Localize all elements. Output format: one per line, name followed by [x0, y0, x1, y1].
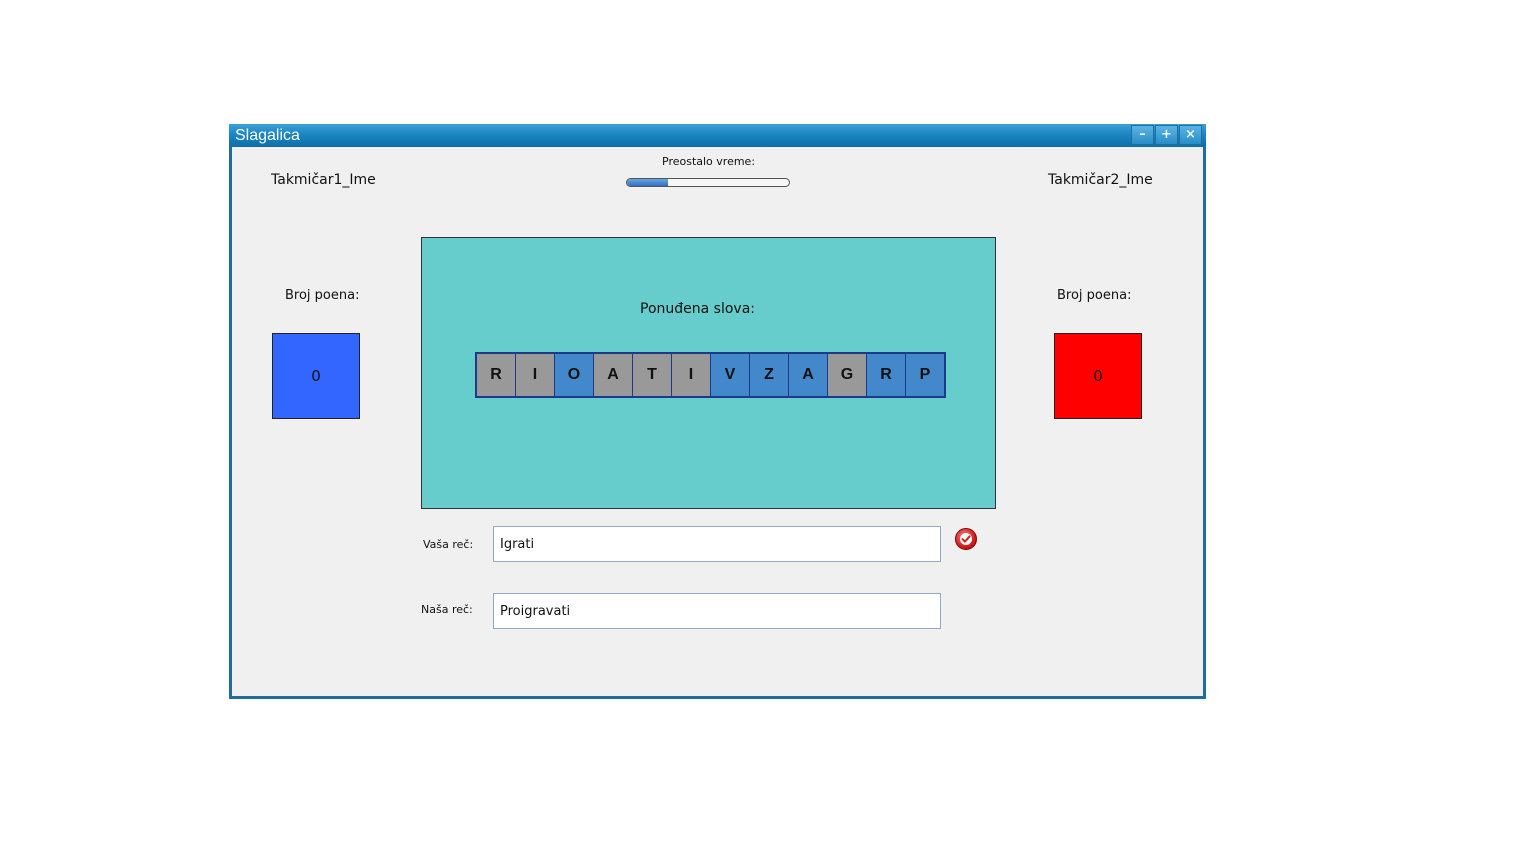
time-progress-fill: [627, 179, 668, 186]
letter-tile[interactable]: G: [828, 354, 866, 396]
app-window: Slagalica – + × Takmičar1_Ime Takmičar2_…: [229, 124, 1206, 699]
check-icon[interactable]: [955, 528, 977, 550]
maximize-button[interactable]: +: [1155, 125, 1178, 145]
window-title: Slagalica: [235, 127, 300, 144]
title-bar[interactable]: Slagalica – + ×: [229, 124, 1206, 147]
letter-tile[interactable]: Z: [750, 354, 788, 396]
letter-tile[interactable]: I: [516, 354, 554, 396]
letters-panel: Ponuđena slova: RIOATIVZAGRP: [421, 237, 996, 509]
window-content: Takmičar1_Ime Takmičar2_Ime Preostalo vr…: [232, 147, 1203, 696]
close-button[interactable]: ×: [1179, 125, 1202, 145]
letter-tile[interactable]: A: [594, 354, 632, 396]
player2-score-value: 0: [1093, 367, 1103, 385]
player2-name: Takmičar2_Ime: [1048, 172, 1153, 188]
letters-panel-title: Ponuđena slova:: [640, 301, 755, 317]
letter-tile[interactable]: A: [789, 354, 827, 396]
our-word-input[interactable]: [493, 593, 941, 629]
your-word-input[interactable]: [493, 526, 941, 562]
letter-tile[interactable]: R: [477, 354, 515, 396]
letter-tiles-row: RIOATIVZAGRP: [475, 352, 946, 398]
player1-score-label: Broj poena:: [285, 288, 360, 303]
your-word-label: Vaša reč:: [423, 538, 474, 551]
time-remaining-label: Preostalo vreme:: [662, 155, 756, 168]
letter-tile[interactable]: I: [672, 354, 710, 396]
minimize-button[interactable]: –: [1131, 125, 1154, 145]
player1-score-box: 0: [272, 333, 360, 419]
player1-score-value: 0: [311, 367, 321, 385]
letter-tile[interactable]: T: [633, 354, 671, 396]
time-progress-bar: [626, 178, 790, 187]
letter-tile[interactable]: O: [555, 354, 593, 396]
window-controls: – + ×: [1131, 125, 1202, 145]
letter-tile[interactable]: R: [867, 354, 905, 396]
player2-score-label: Broj poena:: [1057, 288, 1132, 303]
player1-name: Takmičar1_Ime: [271, 172, 376, 188]
player2-score-box: 0: [1054, 333, 1142, 419]
letter-tile[interactable]: V: [711, 354, 749, 396]
letter-tile[interactable]: P: [906, 354, 944, 396]
our-word-label: Naša reč:: [421, 603, 473, 616]
